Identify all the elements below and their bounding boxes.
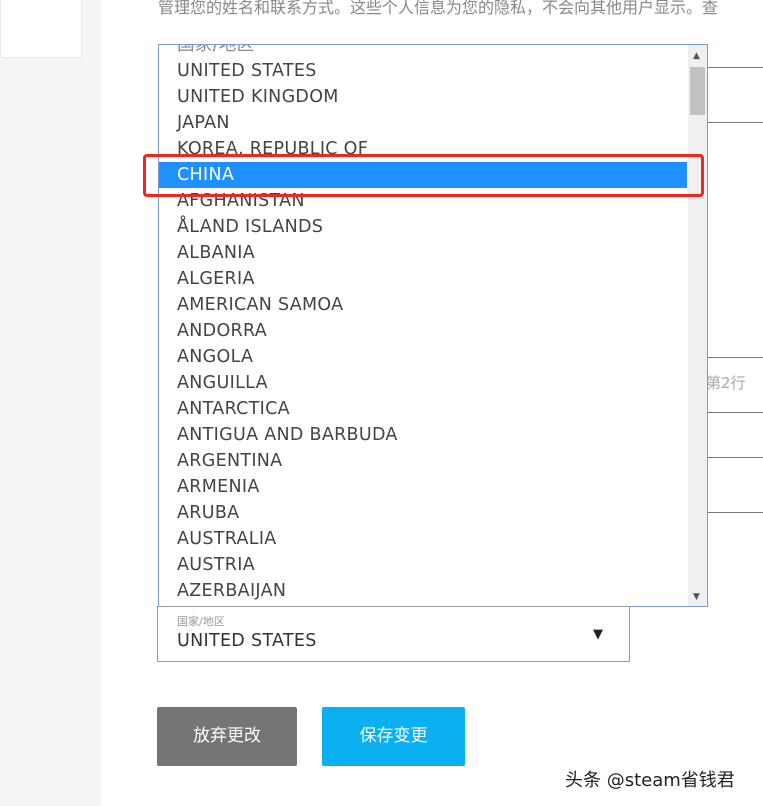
country-select[interactable]: 国家/地区 UNITED STATES ▼: [157, 606, 630, 662]
dropdown-option[interactable]: ALGERIA: [159, 266, 687, 292]
scroll-down-icon[interactable]: ▼: [693, 592, 700, 602]
dropdown-option[interactable]: AUSTRIA: [159, 552, 687, 578]
dropdown-option[interactable]: UNITED KINGDOM: [159, 84, 687, 110]
dropdown-option[interactable]: AMERICAN SAMOA: [159, 292, 687, 318]
dropdown-option[interactable]: ANTIGUA AND BARBUDA: [159, 422, 687, 448]
dropdown-option[interactable]: ARUBA: [159, 500, 687, 526]
address-line-2-placeholder: 第2行: [706, 374, 746, 392]
dropdown-option[interactable]: ALBANIA: [159, 240, 687, 266]
country-select-value: UNITED STATES: [177, 631, 317, 651]
dropdown-option[interactable]: ARMENIA: [159, 474, 687, 500]
dropdown-option[interactable]: ARGENTINA: [159, 448, 687, 474]
dropdown-option[interactable]: ANTARCTICA: [159, 396, 687, 422]
scroll-up-icon[interactable]: ▲: [693, 51, 700, 61]
country-select-label: 国家/地区: [177, 615, 225, 628]
scrollbar-thumb[interactable]: [690, 67, 705, 115]
highlight-annotation: [143, 154, 704, 197]
save-changes-button[interactable]: 保存变更: [322, 707, 465, 766]
dropdown-option[interactable]: ANGUILLA: [159, 370, 687, 396]
watermark: 头条 @steam省钱君: [565, 770, 735, 791]
sidebar-card: [0, 0, 82, 58]
dropdown-option[interactable]: AUSTRALIA: [159, 526, 687, 552]
dropdown-option[interactable]: 国家/地区: [159, 45, 687, 58]
scrollbar[interactable]: ▲ ▼: [688, 45, 707, 606]
left-sidebar: [0, 0, 101, 806]
dropdown-option[interactable]: ANDORRA: [159, 318, 687, 344]
intro-text: 管理您的姓名和联系方式。这些个人信息为您的隐私，不会向其他用户显示。查: [158, 0, 719, 17]
dropdown-option[interactable]: AZERBAIJAN: [159, 578, 687, 604]
country-dropdown-list[interactable]: 国家/地区 UNITED STATES UNITED KINGDOM JAPAN KOR…: [158, 44, 708, 607]
dropdown-option[interactable]: JAPAN: [159, 110, 687, 136]
discard-changes-button[interactable]: 放弃更改: [157, 707, 297, 766]
dropdown-option[interactable]: ANGOLA: [159, 344, 687, 370]
dropdown-option[interactable]: ÅLAND ISLANDS: [159, 214, 687, 240]
dropdown-option[interactable]: UNITED STATES: [159, 58, 687, 84]
caret-down-icon: ▼: [593, 627, 603, 642]
